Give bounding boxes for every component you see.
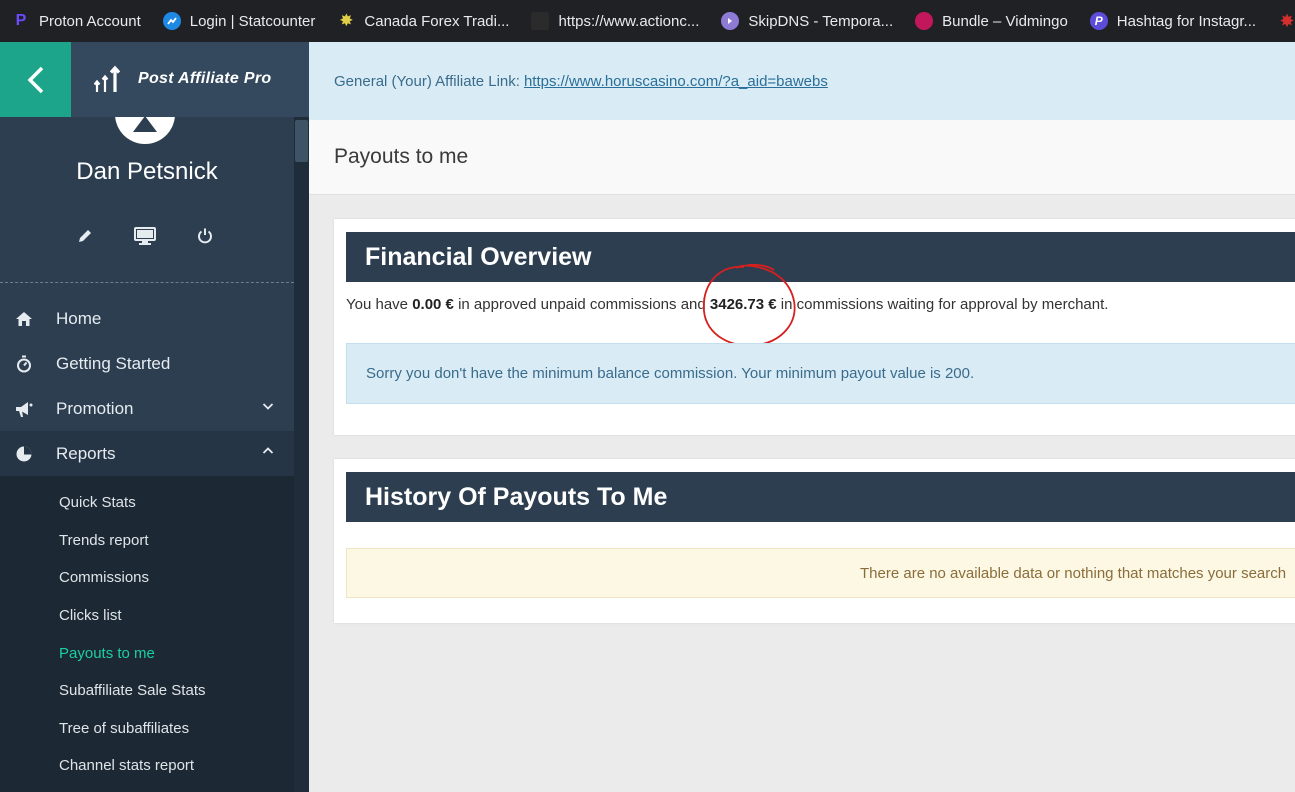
waiting-approval-amount: 3426.73 € [709,296,777,313]
chevron-left-icon [27,66,43,93]
bookmark-maple[interactable]: ✸ [1266,0,1295,42]
sidebar-subitem-channel-stats-report[interactable]: Channel stats report [0,747,294,785]
bookmark-vidmingo[interactable]: Bundle – Vidmingo [903,0,1078,42]
bookmark-statcounter[interactable]: Login | Statcounter [151,0,326,42]
reports-submenu: Quick Stats Trends report Commissions Cl… [0,476,294,792]
financial-overview-title: Financial Overview [346,232,1295,282]
affiliate-link-bar: General (Your) Affiliate Link: https://w… [309,42,1295,120]
brand-name: Post Affiliate Pro [138,70,272,87]
bookmark-label: Hashtag for Instagr... [1116,12,1257,30]
monitor-icon [134,227,156,245]
sidebar-subitem-subaffiliate-sale-stats[interactable]: Subaffiliate Sale Stats [0,672,294,710]
bookmark-hashtag[interactable]: P Hashtag for Instagr... [1078,0,1266,42]
page-title: Payouts to me [309,120,1295,195]
sidebar-subitem-tree-of-subaffiliates[interactable]: Tree of subaffiliates [0,710,294,748]
home-icon [0,311,56,327]
pie-chart-icon [0,445,56,463]
minimum-balance-alert: Sorry you don't have the minimum balance… [346,343,1295,404]
affiliate-link[interactable]: https://www.horuscasino.com/?a_aid=baweb… [524,73,828,90]
collapse-sidebar-button[interactable] [0,42,71,117]
overview-text-part: in approved unpaid commissions and [453,296,710,313]
sidebar-subitem-trends-report[interactable]: Trends report [0,522,294,560]
bookmark-label: SkipDNS - Tempora... [748,12,894,30]
payout-history-card: History Of Payouts To Me There are no av… [334,459,1295,623]
sidebar-nav: Home Getting Started Promotion Reports Q… [0,296,294,792]
user-tools [74,225,254,247]
sidebar-item-home[interactable]: Home [0,296,294,341]
bookmark-label: Bundle – Vidmingo [942,12,1068,30]
page-icon [531,12,550,30]
edit-profile-button[interactable] [74,225,96,247]
brand-header: Post Affiliate Pro [0,42,309,117]
no-data-message: There are no available data or nothing t… [860,565,1287,582]
bookmark-label: Canada Forex Tradi... [364,12,510,30]
financial-overview-text: You have 0.00 € in approved unpaid commi… [346,263,1109,347]
sidebar-subitem-clicks-list[interactable]: Clicks list [0,597,294,635]
maple-leaf-icon: ✸ [1279,10,1295,31]
proton-icon: P [15,12,27,29]
chevron-down-icon [262,403,274,410]
bookmark-label: Login | Statcounter [189,12,316,30]
payout-history-title: History Of Payouts To Me [346,472,1295,522]
sidebar-divider [0,282,294,283]
sidebar-item-label: Getting Started [56,353,171,373]
main-content: General (Your) Affiliate Link: https://w… [309,42,1295,792]
power-icon [198,228,212,244]
user-name: Dan Petsnick [76,158,218,185]
statcounter-icon [162,12,181,30]
sidebar-item-label: Reports [56,443,116,463]
pencil-icon [79,230,91,242]
chevron-up-icon [262,447,274,454]
sidebar-item-label: Promotion [56,398,134,418]
skipdns-icon [721,12,740,30]
affiliate-link-label: General (Your) Affiliate Link: [334,72,520,90]
circled-amount: 3426.73 € [702,263,796,347]
bookmark-label: Proton Account [39,12,141,30]
stopwatch-icon [0,355,56,373]
no-data-alert: There are no available data or nothing t… [346,548,1295,598]
sidebar-item-reports[interactable]: Reports [0,431,294,476]
vidmingo-icon [915,12,934,30]
bookmark-skipdns[interactable]: SkipDNS - Tempora... [709,0,903,42]
sidebar: Dan Petsnick Home Getting Started Promot… [0,42,309,792]
display-button[interactable] [134,225,156,247]
sidebar-subitem-quick-stats[interactable]: Quick Stats [0,484,294,522]
maple-leaf-icon: ✸ [339,11,354,30]
overview-text-part: You have [346,296,413,313]
brand[interactable]: Post Affiliate Pro [94,64,271,94]
hashtag-icon: P [1089,12,1108,30]
sidebar-item-promotion[interactable]: Promotion [0,386,294,431]
financial-overview-card: Financial Overview You have 0.00 € in ap… [334,219,1295,435]
sidebar-scroll-thumb[interactable] [295,120,308,162]
sidebar-subitem-commissions[interactable]: Commissions [0,559,294,597]
approved-unpaid-amount: 0.00 € [412,296,454,313]
bookmark-label: https://www.actionc... [558,12,700,30]
overview-text-part: in commissions waiting for approval by m… [776,296,1109,313]
bookmark-actionc[interactable]: https://www.actionc... [519,0,709,42]
bookmark-proton-account[interactable]: P Proton Account [0,0,151,42]
brand-logo-icon [94,65,121,92]
logout-button[interactable] [194,225,216,247]
bookmarks-bar: P Proton Account Login | Statcounter ✸ Can… [0,0,1295,42]
sidebar-subitem-payouts-to-me[interactable]: Payouts to me [0,634,294,672]
bookmark-canada-forex[interactable]: ✸ Canada Forex Tradi... [325,0,519,42]
sidebar-item-label: Home [56,308,102,328]
bullhorn-icon [0,400,56,418]
sidebar-item-getting-started[interactable]: Getting Started [0,341,294,386]
